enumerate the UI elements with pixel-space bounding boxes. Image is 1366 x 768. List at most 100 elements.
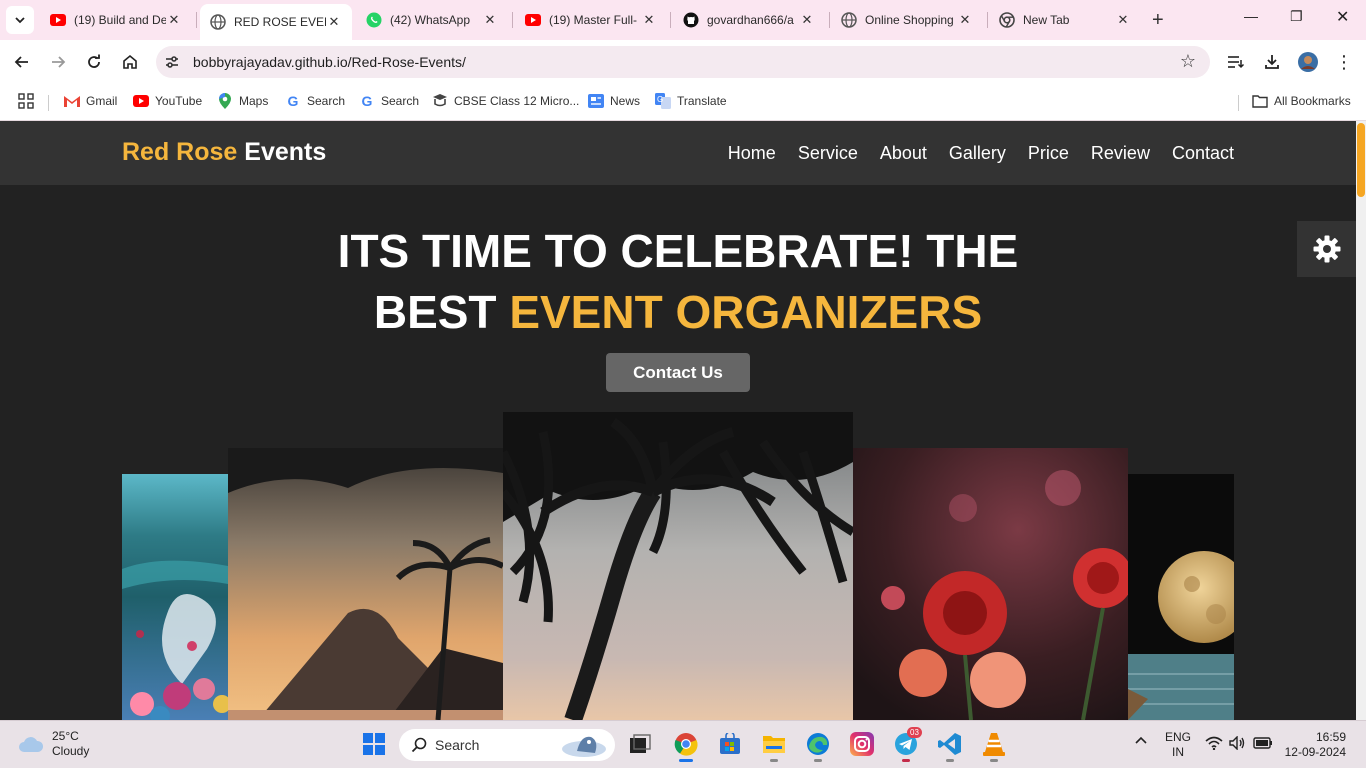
tab-red-rose-events[interactable]: RED ROSE EVENTS ✕ <box>200 4 352 40</box>
close-icon[interactable]: ✕ <box>641 12 657 28</box>
bookmark-gmail[interactable]: Gmail <box>64 93 117 109</box>
bookmark-label: Maps <box>239 94 269 108</box>
telegram-badge: 03 <box>907 727 922 738</box>
taskbar-vscode[interactable] <box>937 731 963 762</box>
restore-button[interactable]: ❐ <box>1290 8 1303 25</box>
new-tab-button[interactable]: + <box>1152 10 1164 30</box>
bookmark-cbse[interactable]: CBSE Class 12 Micro... <box>432 93 579 109</box>
bookmark-maps[interactable]: Maps <box>217 93 268 109</box>
close-icon[interactable]: ✕ <box>957 12 973 28</box>
edge-icon <box>807 733 829 755</box>
close-icon[interactable]: ✕ <box>166 12 182 28</box>
tab-master-full[interactable]: (19) Master Full- ✕ <box>515 4 667 36</box>
scrollbar-thumb[interactable] <box>1357 123 1365 197</box>
back-button[interactable] <box>11 51 33 73</box>
forward-button[interactable] <box>47 51 69 73</box>
chevron-down-icon <box>15 17 25 24</box>
taskbar-vlc[interactable] <box>981 731 1007 762</box>
bookmark-translate[interactable]: G Translate <box>655 93 727 109</box>
tab-github[interactable]: govardhan666/a ✕ <box>673 4 825 36</box>
nav-about[interactable]: About <box>880 143 927 164</box>
tab-new-tab[interactable]: New Tab ✕ <box>989 4 1141 36</box>
web-page: Red Rose Events Home Service About Galle… <box>0 121 1356 720</box>
page-scrollbar[interactable] <box>1356 121 1366 720</box>
site-logo[interactable]: Red Rose Events <box>122 138 326 167</box>
windows-taskbar: 25°C Cloudy Search 03 ENG IN 16:59 12-09… <box>0 720 1366 768</box>
reading-list-icon <box>1228 56 1245 69</box>
profile-avatar[interactable] <box>1297 51 1319 73</box>
language-code: ENG <box>1165 730 1192 744</box>
clock[interactable]: 16:59 12-09-2024 <box>1284 730 1346 760</box>
weather-widget[interactable]: 25°C Cloudy <box>18 729 89 759</box>
bookmark-news[interactable]: News <box>588 93 640 109</box>
site-settings-icon[interactable] <box>164 54 180 75</box>
google-icon: G <box>361 93 373 109</box>
taskbar-instagram[interactable] <box>849 731 875 757</box>
tab-title: Online Shopping <box>865 13 954 27</box>
close-icon[interactable]: ✕ <box>1115 12 1131 28</box>
nav-review[interactable]: Review <box>1091 143 1150 164</box>
reading-list-button[interactable] <box>1225 51 1247 73</box>
logo-red-rose: Red Rose <box>122 138 238 166</box>
taskbar-search[interactable]: Search <box>399 729 615 761</box>
all-bookmarks-button[interactable]: All Bookmarks <box>1252 93 1351 109</box>
tab-title: govardhan666/a <box>707 13 794 27</box>
cloud-icon <box>19 737 44 752</box>
taskbar-edge[interactable] <box>805 731 831 762</box>
nav-service[interactable]: Service <box>798 143 858 164</box>
show-hidden-icons[interactable] <box>1134 734 1148 749</box>
home-button[interactable] <box>119 51 141 73</box>
globe-icon <box>841 12 857 28</box>
taskbar-store[interactable] <box>717 731 743 757</box>
folder-icon <box>1252 93 1268 109</box>
tab-online-shopping[interactable]: Online Shopping ✕ <box>831 4 983 36</box>
home-icon <box>123 54 137 69</box>
address-bar[interactable]: bobbyrajayadav.github.io/Red-Rose-Events… <box>156 46 1210 78</box>
menu-button[interactable]: ⋮ <box>1333 51 1355 73</box>
theme-settings-button[interactable] <box>1297 221 1356 277</box>
nav-price[interactable]: Price <box>1028 143 1069 164</box>
tab-search-button[interactable] <box>6 6 34 34</box>
battery-icon <box>1253 737 1272 749</box>
news-icon <box>588 93 604 109</box>
apps-button[interactable] <box>18 93 34 109</box>
red-flowers-image <box>853 448 1128 720</box>
store-icon <box>720 733 740 754</box>
bookmark-label: CBSE Class 12 Micro... <box>454 94 580 108</box>
tab-whatsapp[interactable]: (42) WhatsApp ✕ <box>356 4 508 36</box>
downloads-button[interactable] <box>1261 51 1283 73</box>
close-icon[interactable]: ✕ <box>326 14 342 30</box>
taskbar-telegram[interactable]: 03 <box>893 727 922 762</box>
minimize-button[interactable]: — <box>1244 8 1258 24</box>
windows-icon <box>363 733 385 755</box>
bookmark-youtube[interactable]: YouTube <box>133 93 202 109</box>
bookmark-star-icon[interactable]: ☆ <box>1180 51 1196 72</box>
arrow-right-icon <box>52 56 66 68</box>
taskbar-chrome[interactable] <box>673 731 699 762</box>
logo-events: Events <box>244 138 327 166</box>
reload-button[interactable] <box>83 51 105 73</box>
youtube-icon <box>50 12 66 28</box>
language-indicator[interactable]: ENG IN <box>1165 730 1191 760</box>
sunset-mountain-image <box>228 448 503 720</box>
contact-us-button[interactable]: Contact Us <box>606 353 750 392</box>
tab-build[interactable]: (19) Build and De ✕ <box>40 4 192 36</box>
nav-contact[interactable]: Contact <box>1172 143 1234 164</box>
task-view-icon <box>630 734 651 753</box>
close-icon[interactable]: ✕ <box>482 12 498 28</box>
bookmark-search-2[interactable]: G Search <box>359 93 419 109</box>
close-window-button[interactable]: ✕ <box>1336 7 1349 27</box>
hero-title-line2: BEST EVENT ORGANIZERS <box>0 281 1356 343</box>
nav-home[interactable]: Home <box>728 143 776 164</box>
taskbar-file-explorer[interactable] <box>761 731 787 762</box>
task-view-button[interactable] <box>627 731 653 757</box>
folder-icon <box>763 736 785 753</box>
system-tray-icons[interactable] <box>1205 736 1273 750</box>
apps-grid-icon <box>18 93 34 109</box>
close-icon[interactable]: ✕ <box>799 12 815 28</box>
tab-title: (19) Master Full- <box>549 13 638 27</box>
nav-gallery[interactable]: Gallery <box>949 143 1006 164</box>
start-button[interactable] <box>361 731 387 757</box>
bookmark-search-1[interactable]: G Search <box>285 93 345 109</box>
chrome-icon <box>674 733 698 756</box>
